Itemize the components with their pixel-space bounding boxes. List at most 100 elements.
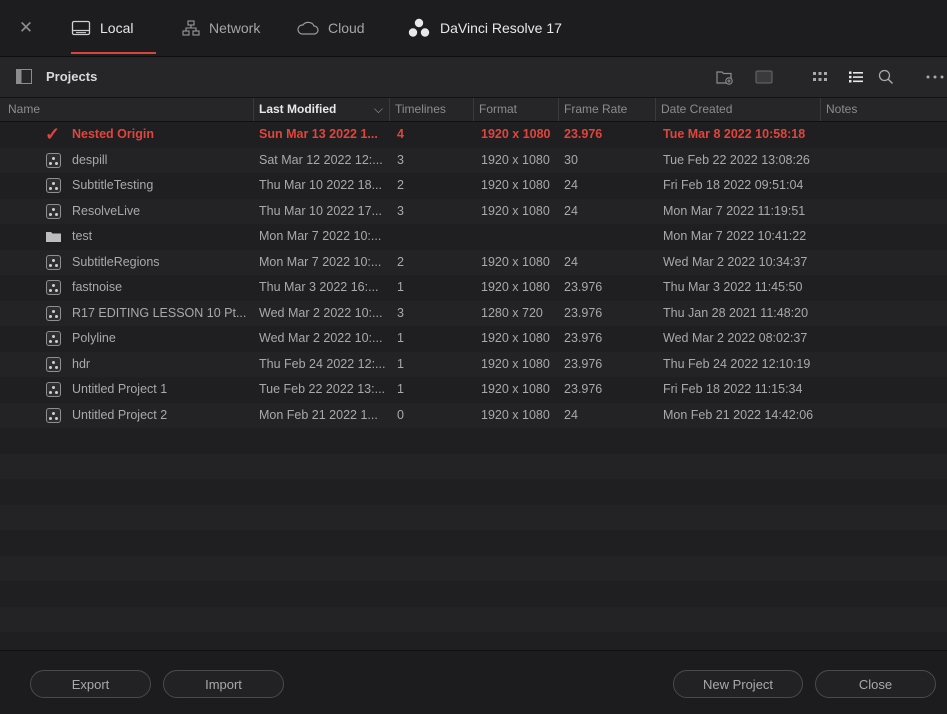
tab-local[interactable]: Local: [71, 0, 133, 56]
format: 1920 x 1080: [481, 382, 550, 396]
empty-row: [0, 606, 947, 632]
last-modified: Thu Mar 10 2022 18...: [259, 178, 382, 192]
project-name: Untitled Project 1: [72, 382, 168, 396]
column-header-timelines[interactable]: Timelines: [389, 98, 473, 121]
frame-rate: 23.976: [564, 127, 603, 141]
timelines-count: 3: [397, 203, 404, 218]
tab-network[interactable]: Network: [182, 0, 260, 56]
last-modified: Sun Mar 13 2022 1...: [259, 127, 378, 141]
project-name: Nested Origin: [72, 127, 154, 141]
date-created: Thu Mar 3 2022 11:45:50: [663, 280, 803, 294]
timelines-count: 3: [397, 152, 404, 167]
thumbnail-view-icon[interactable]: [754, 67, 774, 87]
resolve-project-icon: [46, 152, 61, 168]
davinci-resolve-logo-icon: [408, 18, 430, 38]
empty-row: [0, 504, 947, 530]
frame-rate: 23.976: [564, 280, 603, 294]
format: 1920 x 1080: [481, 152, 550, 167]
table-row[interactable]: fastnoise Thu Mar 3 2022 16:... 1 1920 x 10…: [0, 275, 947, 301]
frame-rate: 24: [564, 203, 578, 218]
frame-rate: 23.976: [564, 331, 603, 345]
date-created: Fri Feb 18 2022 11:15:34: [663, 382, 803, 396]
tab-cloud-label: Cloud: [328, 20, 365, 36]
export-button[interactable]: Export: [30, 670, 151, 698]
resolve-project-icon: [46, 305, 61, 321]
list-view-icon[interactable]: [846, 67, 866, 87]
table-row[interactable]: test Mon Mar 7 2022 10:... Mon Mar 7 2022 …: [0, 224, 947, 250]
format: 1920 x 1080: [481, 254, 550, 269]
timelines-count: 1: [397, 382, 404, 396]
new-folder-icon[interactable]: [715, 67, 735, 87]
format: 1920 x 1080: [481, 280, 550, 294]
table-row[interactable]: SubtitleTesting Thu Mar 10 2022 18... 2 192…: [0, 173, 947, 199]
project-name: ResolveLive: [72, 203, 141, 218]
column-header-last-modified-label: Last Modified: [259, 102, 337, 116]
last-modified: Mon Mar 7 2022 10:...: [259, 254, 382, 269]
date-created: Wed Mar 2 2022 08:02:37: [663, 331, 808, 345]
date-created: Thu Jan 28 2021 11:48:20: [663, 305, 809, 320]
frame-rate: 24: [564, 254, 578, 269]
resolve-project-icon: [46, 178, 61, 193]
sidebar-toggle-icon[interactable]: [16, 69, 32, 89]
last-modified: Thu Mar 10 2022 17...: [259, 203, 382, 218]
app-title: DaVinci Resolve 17: [408, 0, 562, 56]
new-project-button[interactable]: New Project: [673, 670, 803, 698]
grid-view-icon[interactable]: [810, 67, 830, 87]
more-options-icon[interactable]: [925, 67, 945, 87]
search-icon[interactable]: [876, 67, 896, 87]
column-header-frame-rate[interactable]: Frame Rate: [558, 98, 655, 121]
date-created: Tue Feb 22 2022 13:08:26: [663, 152, 810, 167]
project-list: ✓ Nested Origin Sun Mar 13 2022 1... 4 1920 …: [0, 122, 947, 650]
sort-descending-icon: ⌵: [373, 102, 383, 116]
last-modified: Wed Mar 2 2022 10:...: [259, 331, 383, 345]
project-name: hdr: [72, 356, 91, 371]
table-row[interactable]: Untitled Project 2 Mon Feb 21 2022 1... 0 1…: [0, 402, 947, 428]
column-header-format[interactable]: Format: [473, 98, 558, 121]
timelines-count: 1: [397, 356, 404, 371]
table-row[interactable]: hdr Thu Feb 24 2022 12:... 1 1920 x 1080 23.…: [0, 351, 947, 377]
timelines-count: 1: [397, 280, 404, 294]
empty-row: [0, 581, 947, 607]
frame-rate: 23.976: [564, 305, 603, 320]
tab-cloud[interactable]: Cloud: [297, 0, 365, 56]
format: 1920 x 1080: [481, 356, 550, 371]
timelines-count: 4: [397, 127, 404, 141]
table-row[interactable]: despill Sat Mar 12 2022 12:... 3 1920 x 108…: [0, 147, 947, 173]
last-modified: Mon Mar 7 2022 10:...: [259, 229, 382, 243]
table-row[interactable]: ResolveLive Thu Mar 10 2022 17... 3 1920 x …: [0, 198, 947, 224]
page-title: Projects: [46, 69, 98, 84]
checkmark-icon: ✓: [45, 124, 61, 144]
column-header-date-created[interactable]: Date Created: [655, 98, 820, 121]
import-button[interactable]: Import: [163, 670, 284, 698]
resolve-project-icon: [46, 356, 61, 372]
close-icon[interactable]: ✕: [18, 19, 34, 36]
table-row[interactable]: SubtitleRegions Mon Mar 7 2022 10:... 2 192…: [0, 249, 947, 275]
timelines-count: 0: [397, 407, 404, 422]
table-row[interactable]: R17 EDITING LESSON 10 Pt... Wed Mar 2 202…: [0, 300, 947, 326]
folder-icon: [46, 231, 61, 246]
frame-rate: 23.976: [564, 356, 603, 371]
column-header-name[interactable]: Name: [0, 98, 253, 121]
last-modified: Mon Feb 21 2022 1...: [259, 407, 378, 422]
bottom-bar: Export Import New Project Close: [0, 650, 947, 714]
frame-rate: 30: [564, 152, 578, 167]
table-row[interactable]: Polyline Wed Mar 2 2022 10:... 1 1920 x 108…: [0, 326, 947, 352]
tab-active-indicator: [71, 52, 156, 54]
last-modified: Thu Feb 24 2022 12:...: [259, 356, 386, 371]
last-modified: Sat Mar 12 2022 12:...: [259, 152, 383, 167]
empty-row: [0, 555, 947, 581]
close-button[interactable]: Close: [815, 670, 936, 698]
date-created: Tue Mar 8 2022 10:58:18: [663, 127, 806, 141]
date-created: Fri Feb 18 2022 09:51:04: [663, 178, 804, 192]
frame-rate: 24: [564, 178, 578, 192]
project-name: Polyline: [72, 331, 116, 345]
table-row[interactable]: Untitled Project 1 Tue Feb 22 2022 13:...…: [0, 377, 947, 403]
network-icon: [182, 20, 200, 36]
column-header-last-modified[interactable]: Last Modified ⌵: [253, 98, 389, 121]
empty-row: [0, 453, 947, 479]
table-row[interactable]: ✓ Nested Origin Sun Mar 13 2022 1... 4 1920 …: [0, 122, 947, 148]
project-name: test: [72, 229, 93, 243]
project-name: fastnoise: [72, 280, 123, 294]
format: [481, 224, 559, 250]
column-header-notes[interactable]: Notes: [820, 98, 947, 121]
